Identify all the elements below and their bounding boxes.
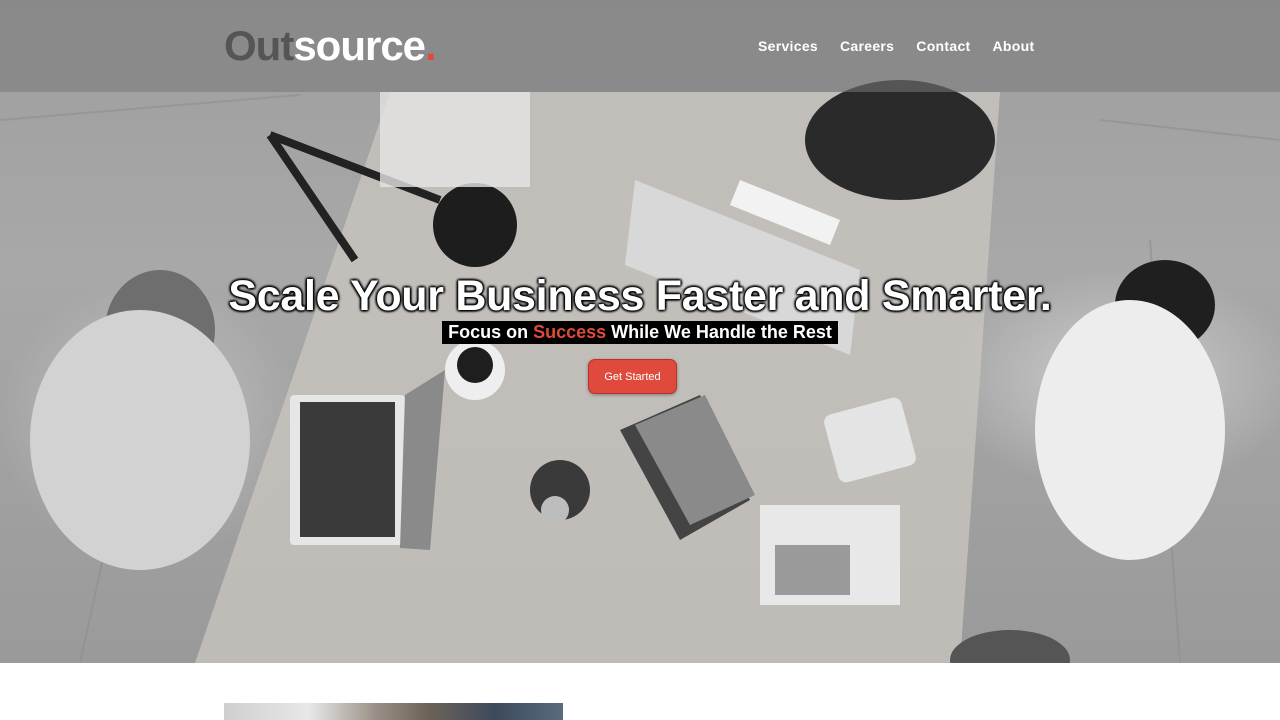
hero-headline: Scale Your Business Faster and Smarter.: [228, 272, 1052, 320]
main-nav: Services Careers Contact About: [758, 37, 1034, 55]
logo-dot: .: [425, 22, 437, 69]
top-navigation-bar: Outsource. Services Careers Contact Abou…: [0, 0, 1280, 92]
logo-text-out: Out: [224, 22, 294, 69]
nav-link-about[interactable]: About: [993, 37, 1035, 55]
subline-part-2: While We Handle the Rest: [606, 322, 832, 342]
section-preview-image: [224, 703, 563, 720]
hero-subline: Focus on Success While We Handle the Res…: [442, 321, 838, 344]
logo-text-source: source: [293, 22, 426, 69]
get-started-button[interactable]: Get Started: [588, 359, 677, 394]
nav-link-careers[interactable]: Careers: [840, 37, 894, 55]
brand-logo[interactable]: Outsource.: [224, 22, 437, 70]
nav-link-contact[interactable]: Contact: [916, 37, 970, 55]
subline-part-1: Focus on: [448, 322, 534, 342]
hero-section: Outsource. Services Careers Contact Abou…: [0, 0, 1280, 663]
subline-accent-word: Success: [533, 322, 607, 342]
hero-subline-wrapper: Focus on Success While We Handle the Res…: [0, 321, 1280, 344]
nav-link-services[interactable]: Services: [758, 37, 818, 55]
